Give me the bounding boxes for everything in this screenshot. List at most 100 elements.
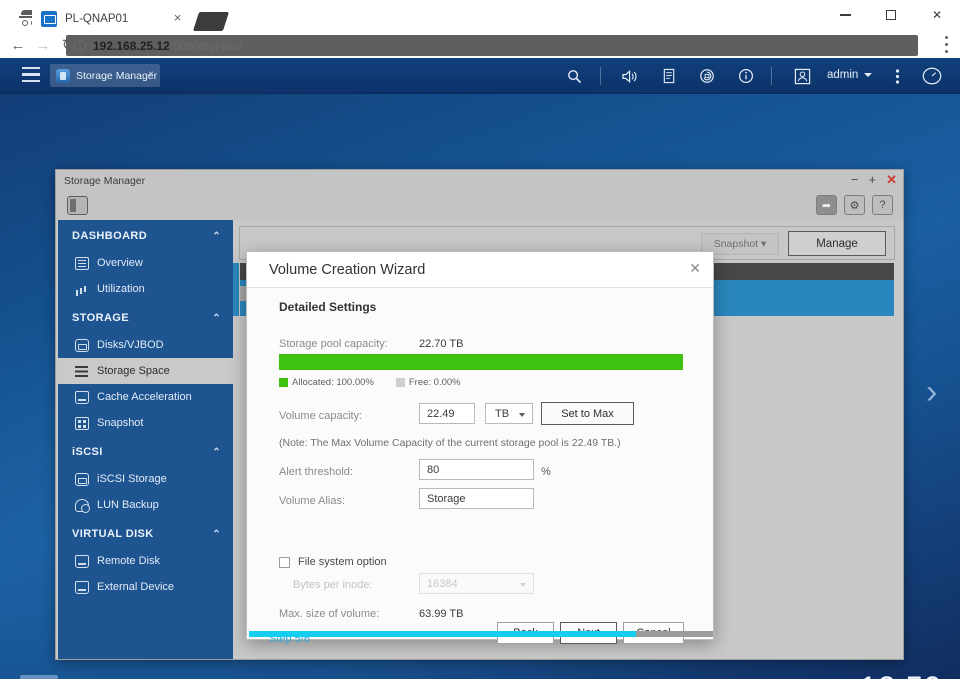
iscsi-storage-icon — [75, 472, 89, 486]
checkbox-box-icon — [279, 556, 290, 568]
sidebar-item-lun-backup[interactable]: LUN Backup — [58, 492, 233, 518]
background-tasks-icon[interactable] — [657, 64, 681, 88]
chevron-down-icon[interactable] — [864, 73, 872, 77]
external-storage-icon[interactable] — [695, 64, 719, 88]
sidebar-item-label: External Device — [97, 581, 175, 593]
taskbar-app-close-icon[interactable]: × — [148, 70, 154, 80]
browser-tab[interactable]: PL-QNAP01 × — [32, 4, 192, 33]
sm-close-button[interactable]: ✕ — [886, 173, 897, 186]
volume-alias-input[interactable]: Storage — [419, 488, 534, 509]
max-size-label: Max. size of volume: — [279, 608, 380, 620]
admin-label[interactable]: admin — [827, 69, 858, 81]
external-device-icon — [75, 580, 89, 594]
browser-menu-button[interactable] — [944, 36, 948, 53]
address-bar[interactable]: i 192.168.25.12:8080/cgi-bin/ ☆ — [66, 35, 918, 56]
sidebar-header-label: VIRTUAL DISK — [72, 528, 154, 540]
window-close-button[interactable]: ✕ — [914, 0, 960, 30]
sidebar-item-iscsi-storage[interactable]: iSCSI Storage — [58, 466, 233, 492]
help-icon[interactable]: ? — [872, 195, 893, 215]
storage-manager-window-title: Storage Manager — [64, 175, 146, 187]
site-info-icon[interactable]: i — [74, 39, 86, 52]
free-legend-label: Free: 0.00% — [408, 377, 461, 388]
set-to-max-button[interactable]: Set to Max — [541, 402, 634, 425]
disk-icon — [75, 338, 89, 352]
sidebar-item-snapshot[interactable]: Snapshot — [58, 410, 233, 436]
chevron-down-icon — [519, 413, 525, 417]
sm-minimize-button[interactable]: − — [851, 173, 859, 186]
sidebar-header-storage[interactable]: STORAGE ⌃ — [58, 304, 233, 332]
tab-close-icon[interactable]: × — [172, 11, 183, 24]
dialog-title: Volume Creation Wizard — [269, 262, 426, 278]
url-host: 192.168.25.12 — [93, 38, 170, 53]
storage-manager-toolbar-icons: ➦ ⚙ ? — [816, 195, 893, 215]
bookmark-star-icon[interactable]: ☆ — [870, 39, 882, 55]
wizard-progress-bar — [249, 631, 713, 637]
manage-button[interactable]: Manage — [788, 231, 886, 256]
storage-manager-window: Storage Manager − + ✕ ➦ ⚙ ? DASHBOARD ⌃ — [55, 169, 904, 660]
more-options-icon[interactable] — [885, 64, 909, 88]
sidebar-header-label: STORAGE — [72, 312, 129, 324]
sidebar-item-label: LUN Backup — [97, 499, 159, 511]
new-tab-button[interactable] — [192, 12, 230, 31]
alert-threshold-input[interactable]: 80 — [419, 459, 534, 480]
sidebar-header-virtual-disk[interactable]: VIRTUAL DISK ⌃ — [58, 520, 233, 548]
sidebar-item-label: Overview — [97, 257, 143, 269]
close-icon[interactable]: ✕ — [689, 261, 701, 275]
window-minimize-button[interactable] — [822, 0, 868, 30]
overview-icon — [75, 256, 89, 270]
bytes-per-inode-select: 16384 — [419, 573, 534, 594]
desktop-clock-time: 12:59 — [859, 670, 942, 679]
volume-capacity-input[interactable]: 22.49 — [419, 403, 475, 424]
pool-row-left-strip — [233, 263, 239, 316]
window-maximize-button[interactable] — [868, 0, 914, 30]
browser-chrome: PL-QNAP01 × ✕ ← → ↻ i 192.168.25.12:8080… — [0, 0, 960, 58]
nav-group-iscsi: iSCSI ⌃ iSCSI Storage LUN Backup — [58, 438, 233, 518]
sidebar-item-label: Storage Space — [97, 365, 170, 377]
sidebar-header-label: DASHBOARD — [72, 230, 148, 242]
sidebar-item-label: Cache Acceleration — [97, 391, 192, 403]
recycle-bin-icon[interactable]: ♻ — [20, 673, 58, 679]
sidebar-header-dashboard[interactable]: DASHBOARD ⌃ — [58, 222, 233, 250]
sidebar-toggle-icon[interactable] — [67, 196, 88, 215]
forward-arrow-icon: → — [35, 37, 51, 54]
percent-sign-label: % — [541, 466, 551, 478]
allocation-bar — [279, 354, 683, 370]
next-page-arrow-icon[interactable]: › — [926, 373, 948, 413]
sidebar-item-cache-acceleration[interactable]: Cache Acceleration — [58, 384, 233, 410]
pointer-icon[interactable]: ➦ — [816, 195, 837, 215]
qnap-header-bar: Storage Manager × admin — [0, 58, 960, 94]
sidebar-item-overview[interactable]: Overview — [58, 250, 233, 276]
gear-icon[interactable]: ⚙ — [844, 195, 865, 215]
chevron-up-icon: ⌃ — [212, 230, 221, 242]
lun-backup-icon — [75, 498, 90, 513]
storage-manager-icon — [56, 68, 70, 83]
info-icon[interactable] — [734, 64, 758, 88]
alert-threshold-label: Alert threshold: — [279, 466, 353, 478]
back-arrow-icon: ← — [10, 37, 26, 54]
volume-icon[interactable] — [618, 64, 642, 88]
taskbar-app-storage-manager[interactable]: Storage Manager × — [50, 64, 160, 87]
chevron-down-icon — [520, 583, 526, 587]
main-menu-icon[interactable] — [22, 67, 40, 82]
sidebar-item-storage-space[interactable]: Storage Space — [58, 358, 233, 384]
free-swatch-icon — [395, 378, 405, 387]
sidebar-header-iscsi[interactable]: iSCSI ⌃ — [58, 438, 233, 466]
search-icon[interactable] — [562, 64, 586, 88]
sidebar-item-disks-vjbod[interactable]: Disks/VJBOD — [58, 332, 233, 358]
file-system-option-checkbox[interactable]: File system option — [279, 556, 387, 568]
user-avatar-icon[interactable] — [790, 64, 814, 88]
forward-button[interactable]: → — [34, 37, 52, 55]
bytes-per-inode-label: Bytes per inode: — [293, 579, 373, 591]
dashboard-gauge-icon[interactable] — [920, 64, 944, 88]
sidebar-item-label: Remote Disk — [97, 555, 160, 567]
sidebar-item-remote-disk[interactable]: Remote Disk — [58, 548, 233, 574]
sidebar-item-utilization[interactable]: Utilization — [58, 276, 233, 302]
allocated-swatch-icon — [279, 378, 288, 387]
sidebar-item-external-device[interactable]: External Device — [58, 574, 233, 600]
storage-manager-titlebar[interactable]: Storage Manager − + ✕ — [56, 170, 903, 192]
sm-maximize-button[interactable]: + — [869, 173, 877, 186]
utilization-chart-icon — [75, 283, 89, 296]
back-button[interactable]: ← — [9, 37, 27, 55]
allocated-legend-label: Allocated: 100.00% — [292, 377, 374, 388]
capacity-unit-select[interactable]: TB — [485, 403, 533, 424]
